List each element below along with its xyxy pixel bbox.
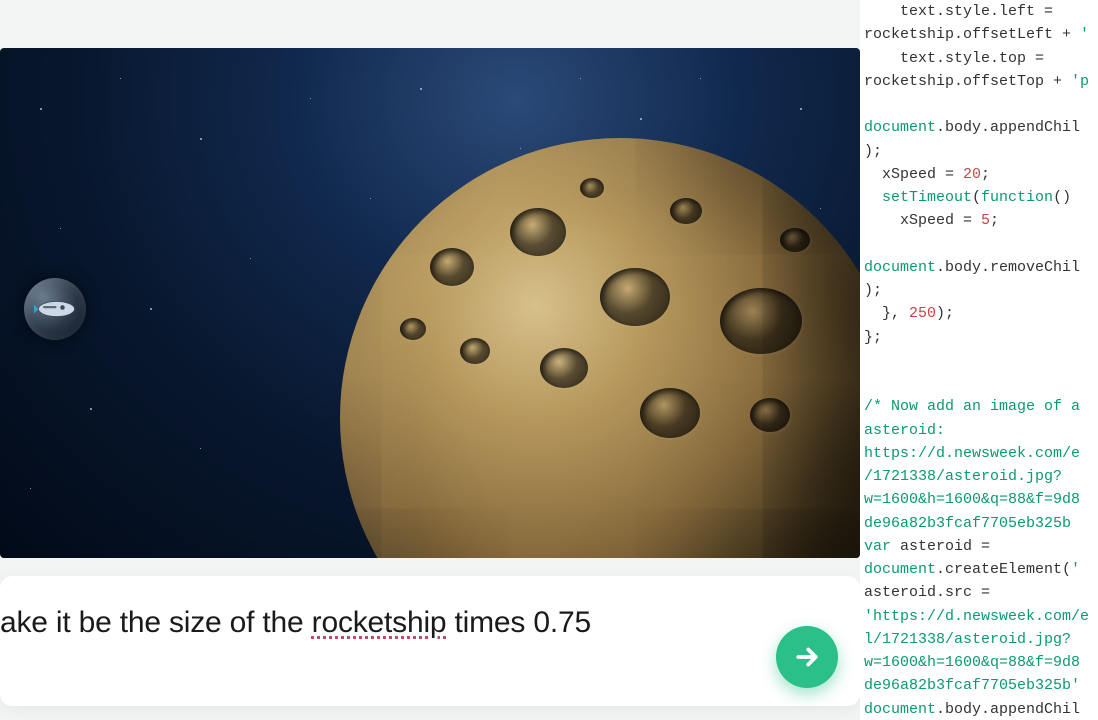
- code-token-cmt: w=1600&h=1600&q=88&f=9d8: [864, 491, 1080, 508]
- code-line[interactable]: text.style.top =: [864, 47, 1098, 70]
- code-line[interactable]: asteroid:: [864, 419, 1098, 442]
- code-token-kw: function: [981, 189, 1053, 206]
- code-token-plain: rocketship.offsetLeft +: [864, 26, 1080, 43]
- code-line[interactable]: w=1600&h=1600&q=88&f=9d8: [864, 651, 1098, 674]
- code-line[interactable]: document.body.appendChil: [864, 116, 1098, 139]
- code-token-num: 20: [963, 166, 981, 183]
- code-token-plain: );: [936, 305, 954, 322]
- code-token-plain: asteroid.src =: [864, 584, 990, 601]
- code-line[interactable]: de96a82b3fcaf7705eb325b: [864, 512, 1098, 535]
- code-token-kw: var: [864, 538, 891, 555]
- code-line[interactable]: [864, 233, 1098, 256]
- code-token-plain: xSpeed =: [864, 212, 981, 229]
- code-token-plain: ;: [990, 212, 999, 229]
- code-token-plain: },: [864, 305, 909, 322]
- code-line[interactable]: asteroid.src =: [864, 581, 1098, 604]
- code-token-plain: };: [864, 329, 882, 346]
- code-token-plain: .body.removeChil: [936, 259, 1080, 276]
- code-line[interactable]: var asteroid =: [864, 535, 1098, 558]
- code-line[interactable]: );: [864, 279, 1098, 302]
- code-line[interactable]: text.style.left =: [864, 0, 1098, 23]
- code-token-plain: asteroid =: [891, 538, 990, 555]
- code-line[interactable]: document.createElement(': [864, 558, 1098, 581]
- submit-button[interactable]: [776, 626, 838, 688]
- code-token-plain: text.style.left =: [864, 3, 1053, 20]
- arrow-right-icon: [792, 642, 822, 672]
- code-line[interactable]: [864, 372, 1098, 395]
- code-token-str: w=1600&h=1600&q=88&f=9d8: [864, 654, 1080, 671]
- rocketship-icon: [31, 294, 79, 324]
- code-token-plain: .body.appendChil: [936, 701, 1080, 718]
- code-line[interactable]: [864, 349, 1098, 372]
- preview-area: [0, 0, 860, 558]
- code-line[interactable]: w=1600&h=1600&q=88&f=9d8: [864, 488, 1098, 511]
- code-token-str: 'p: [1071, 73, 1089, 90]
- code-token-plain: );: [864, 282, 882, 299]
- asteroid-sprite[interactable]: [340, 138, 860, 558]
- rocketship-sprite[interactable]: [24, 278, 86, 340]
- code-line[interactable]: de96a82b3fcaf7705eb325b': [864, 674, 1098, 697]
- code-token-obj: document: [864, 259, 936, 276]
- code-line[interactable]: xSpeed = 20;: [864, 163, 1098, 186]
- code-line[interactable]: );: [864, 140, 1098, 163]
- code-token-plain: .createElement(: [936, 561, 1071, 578]
- prompt-prefix: ake it be the size of the: [0, 606, 312, 639]
- code-line[interactable]: 'https://d.newsweek.com/e: [864, 605, 1098, 628]
- code-line[interactable]: /1721338/asteroid.jpg?: [864, 465, 1098, 488]
- code-token-str: ': [1080, 26, 1089, 43]
- left-pane: ake it be the size of the rocketship tim…: [0, 0, 860, 720]
- code-token-obj: document: [864, 561, 936, 578]
- code-token-str: 'https://d.newsweek.com/e: [864, 608, 1089, 625]
- prompt-text[interactable]: ake it be the size of the rocketship tim…: [0, 604, 830, 642]
- code-token-plain: [864, 189, 882, 206]
- code-line[interactable]: /* Now add an image of a: [864, 395, 1098, 418]
- prompt-row: ake it be the size of the rocketship tim…: [0, 576, 860, 706]
- code-token-plain: xSpeed =: [864, 166, 963, 183]
- code-token-fn: setTimeout: [882, 189, 972, 206]
- code-token-str: l/1721338/asteroid.jpg?: [864, 631, 1071, 648]
- code-token-cmt: /1721338/asteroid.jpg?: [864, 468, 1062, 485]
- code-line[interactable]: rocketship.offsetLeft + ': [864, 23, 1098, 46]
- code-token-str: ': [1071, 561, 1080, 578]
- code-token-plain: (: [972, 189, 981, 206]
- code-token-obj: document: [864, 701, 936, 718]
- code-line[interactable]: }, 250);: [864, 302, 1098, 325]
- code-editor[interactable]: text.style.left = rocketship.offsetLeft +…: [860, 0, 1098, 720]
- code-token-num: 5: [981, 212, 990, 229]
- code-line[interactable]: document.body.removeChil: [864, 256, 1098, 279]
- code-token-plain: ;: [981, 166, 990, 183]
- code-line[interactable]: https://d.newsweek.com/e: [864, 442, 1098, 465]
- code-token-plain: .body.appendChil: [936, 119, 1080, 136]
- code-token-plain: );: [864, 143, 882, 160]
- code-line[interactable]: rocketship.offsetTop + 'p: [864, 70, 1098, 93]
- prompt-underlined-word: rocketship: [312, 606, 447, 639]
- code-line[interactable]: };: [864, 326, 1098, 349]
- code-token-plain: rocketship.offsetTop +: [864, 73, 1071, 90]
- code-line[interactable]: setTimeout(function(): [864, 186, 1098, 209]
- prompt-input-card[interactable]: ake it be the size of the rocketship tim…: [0, 576, 860, 706]
- app-root: ake it be the size of the rocketship tim…: [0, 0, 1098, 720]
- code-line[interactable]: [864, 93, 1098, 116]
- code-token-plain: text.style.top =: [864, 50, 1044, 67]
- prompt-suffix: times 0.75: [446, 606, 591, 639]
- code-token-cmt: de96a82b3fcaf7705eb325b: [864, 515, 1080, 532]
- code-token-num: 250: [909, 305, 936, 322]
- code-line[interactable]: document.body.appendChil: [864, 698, 1098, 720]
- code-token-cmt: asteroid:: [864, 422, 945, 439]
- code-line[interactable]: xSpeed = 5;: [864, 209, 1098, 232]
- preview-viewport[interactable]: [0, 48, 860, 558]
- code-token-plain: (): [1053, 189, 1080, 206]
- code-token-cmt: https://d.newsweek.com/e: [864, 445, 1080, 462]
- code-line[interactable]: l/1721338/asteroid.jpg?: [864, 628, 1098, 651]
- code-token-str: de96a82b3fcaf7705eb325b': [864, 677, 1080, 694]
- code-token-obj: document: [864, 119, 936, 136]
- code-token-cmt: /* Now add an image of a: [864, 398, 1080, 415]
